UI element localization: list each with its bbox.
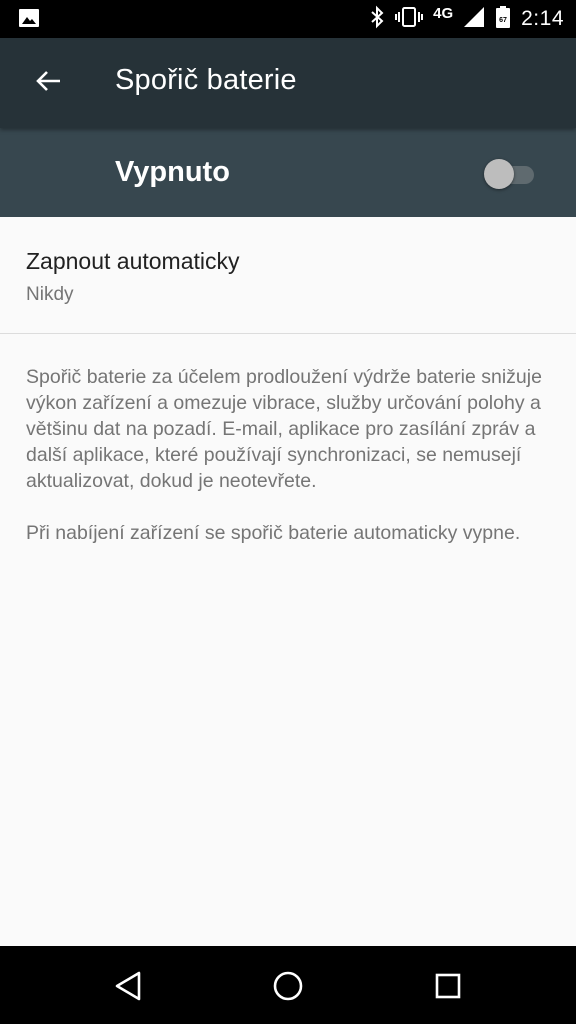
info-paragraph: Při nabíjení zařízení se spořič baterie … [26, 522, 521, 544]
image-notification-icon [18, 8, 40, 28]
app-bar: Spořič baterie [0, 38, 576, 128]
navigation-bar [0, 946, 576, 1024]
master-switch-bar[interactable]: Vypnuto [0, 128, 576, 217]
status-icons: 4G 67 2:14 [369, 0, 564, 38]
network-type-label: 4G [433, 4, 454, 22]
arrow-back-icon [35, 69, 61, 98]
status-time: 2:14 [521, 7, 564, 30]
bluetooth-icon [369, 5, 385, 34]
turn-on-automatically-preference[interactable]: Zapnout automaticky Nikdy [0, 217, 576, 333]
preference-summary: Nikdy [26, 284, 74, 305]
battery-saver-info: Spořič baterie za účelem prodloužení výd… [26, 364, 550, 546]
preference-title: Zapnout automaticky [26, 248, 240, 274]
divider [0, 333, 576, 334]
battery-saver-toggle[interactable] [484, 156, 534, 190]
nav-back-button[interactable] [100, 960, 156, 1016]
vibrate-icon [395, 5, 424, 34]
master-switch-label: Vypnuto [115, 156, 230, 188]
battery-saver-screen: 4G 67 2:14 Spořič baterie Vypnuto Zapnou… [0, 0, 576, 1024]
back-button[interactable] [24, 59, 72, 107]
battery-level-label: 67 [499, 17, 507, 24]
nav-recents-icon [434, 972, 462, 1005]
nav-home-icon [272, 970, 304, 1007]
toggle-thumb [484, 159, 514, 189]
nav-home-button[interactable] [260, 960, 316, 1016]
nav-back-icon [113, 970, 143, 1007]
info-paragraph: Spořič baterie za účelem prodloužení výd… [26, 366, 542, 492]
page-title: Spořič baterie [115, 64, 297, 96]
battery-icon: 67 [495, 5, 511, 34]
nav-recents-button[interactable] [420, 960, 476, 1016]
signal-icon [463, 5, 485, 34]
status-bar: 4G 67 2:14 [0, 0, 576, 38]
